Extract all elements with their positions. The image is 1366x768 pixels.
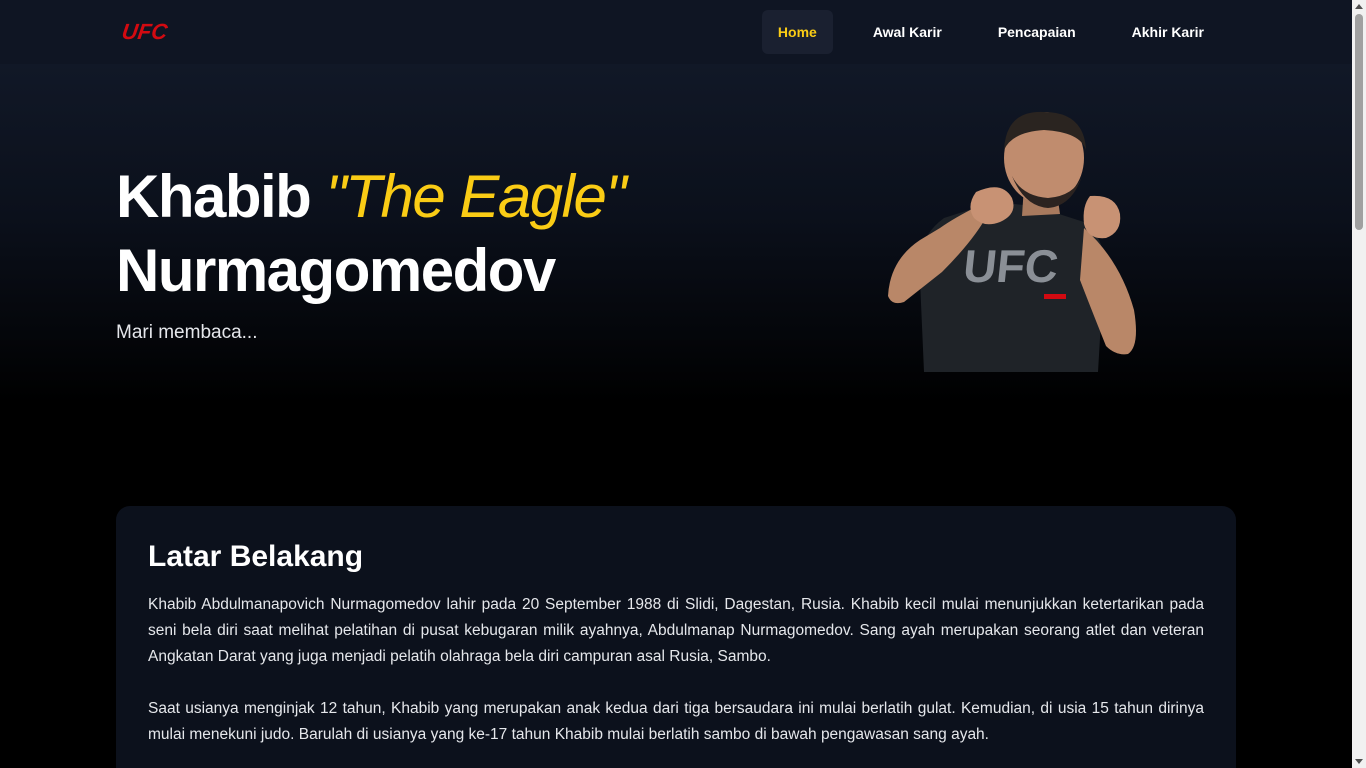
background-card: Latar Belakang Khabib Abdulmanapovich Nu…	[116, 506, 1236, 768]
hero-title-nickname: "The Eagle"	[325, 163, 627, 230]
section-title: Latar Belakang	[148, 540, 364, 573]
scroll-thumb[interactable]	[1355, 14, 1363, 230]
hero-title: Khabib "The Eagle" Nurmagomedov	[116, 160, 627, 308]
ufc-logo[interactable]: UFC	[120, 19, 169, 45]
section-paragraph-2: Saat usianya menginjak 12 tahun, Khabib …	[148, 700, 1204, 743]
navbar: UFC Home Awal Karir Pencapaian Akhir Kar…	[0, 0, 1352, 64]
fighter-image: UFC	[888, 111, 1136, 372]
nav-link-akhir-karir[interactable]: Akhir Karir	[1116, 10, 1220, 54]
vertical-scrollbar[interactable]	[1352, 0, 1366, 768]
section-paragraph-1: Khabib Abdulmanapovich Nurmagomedov lahi…	[148, 596, 1204, 665]
hero-subtitle: Mari membaca...	[116, 322, 258, 343]
hero-title-first: Khabib	[116, 163, 326, 230]
scroll-up-icon[interactable]	[1355, 4, 1363, 9]
nav-link-home[interactable]: Home	[761, 10, 833, 54]
scroll-down-icon[interactable]	[1355, 759, 1363, 764]
nav-links: Home Awal Karir Pencapaian Akhir Karir	[754, 10, 1220, 54]
hero-title-last: Nurmagomedov	[116, 237, 556, 304]
shirt-logo-text: UFC	[961, 240, 1061, 292]
nav-link-awal-karir[interactable]: Awal Karir	[857, 10, 958, 54]
nav-link-pencapaian[interactable]: Pencapaian	[982, 10, 1092, 54]
hero-section: Khabib "The Eagle" Nurmagomedov Mari mem…	[0, 64, 1352, 404]
